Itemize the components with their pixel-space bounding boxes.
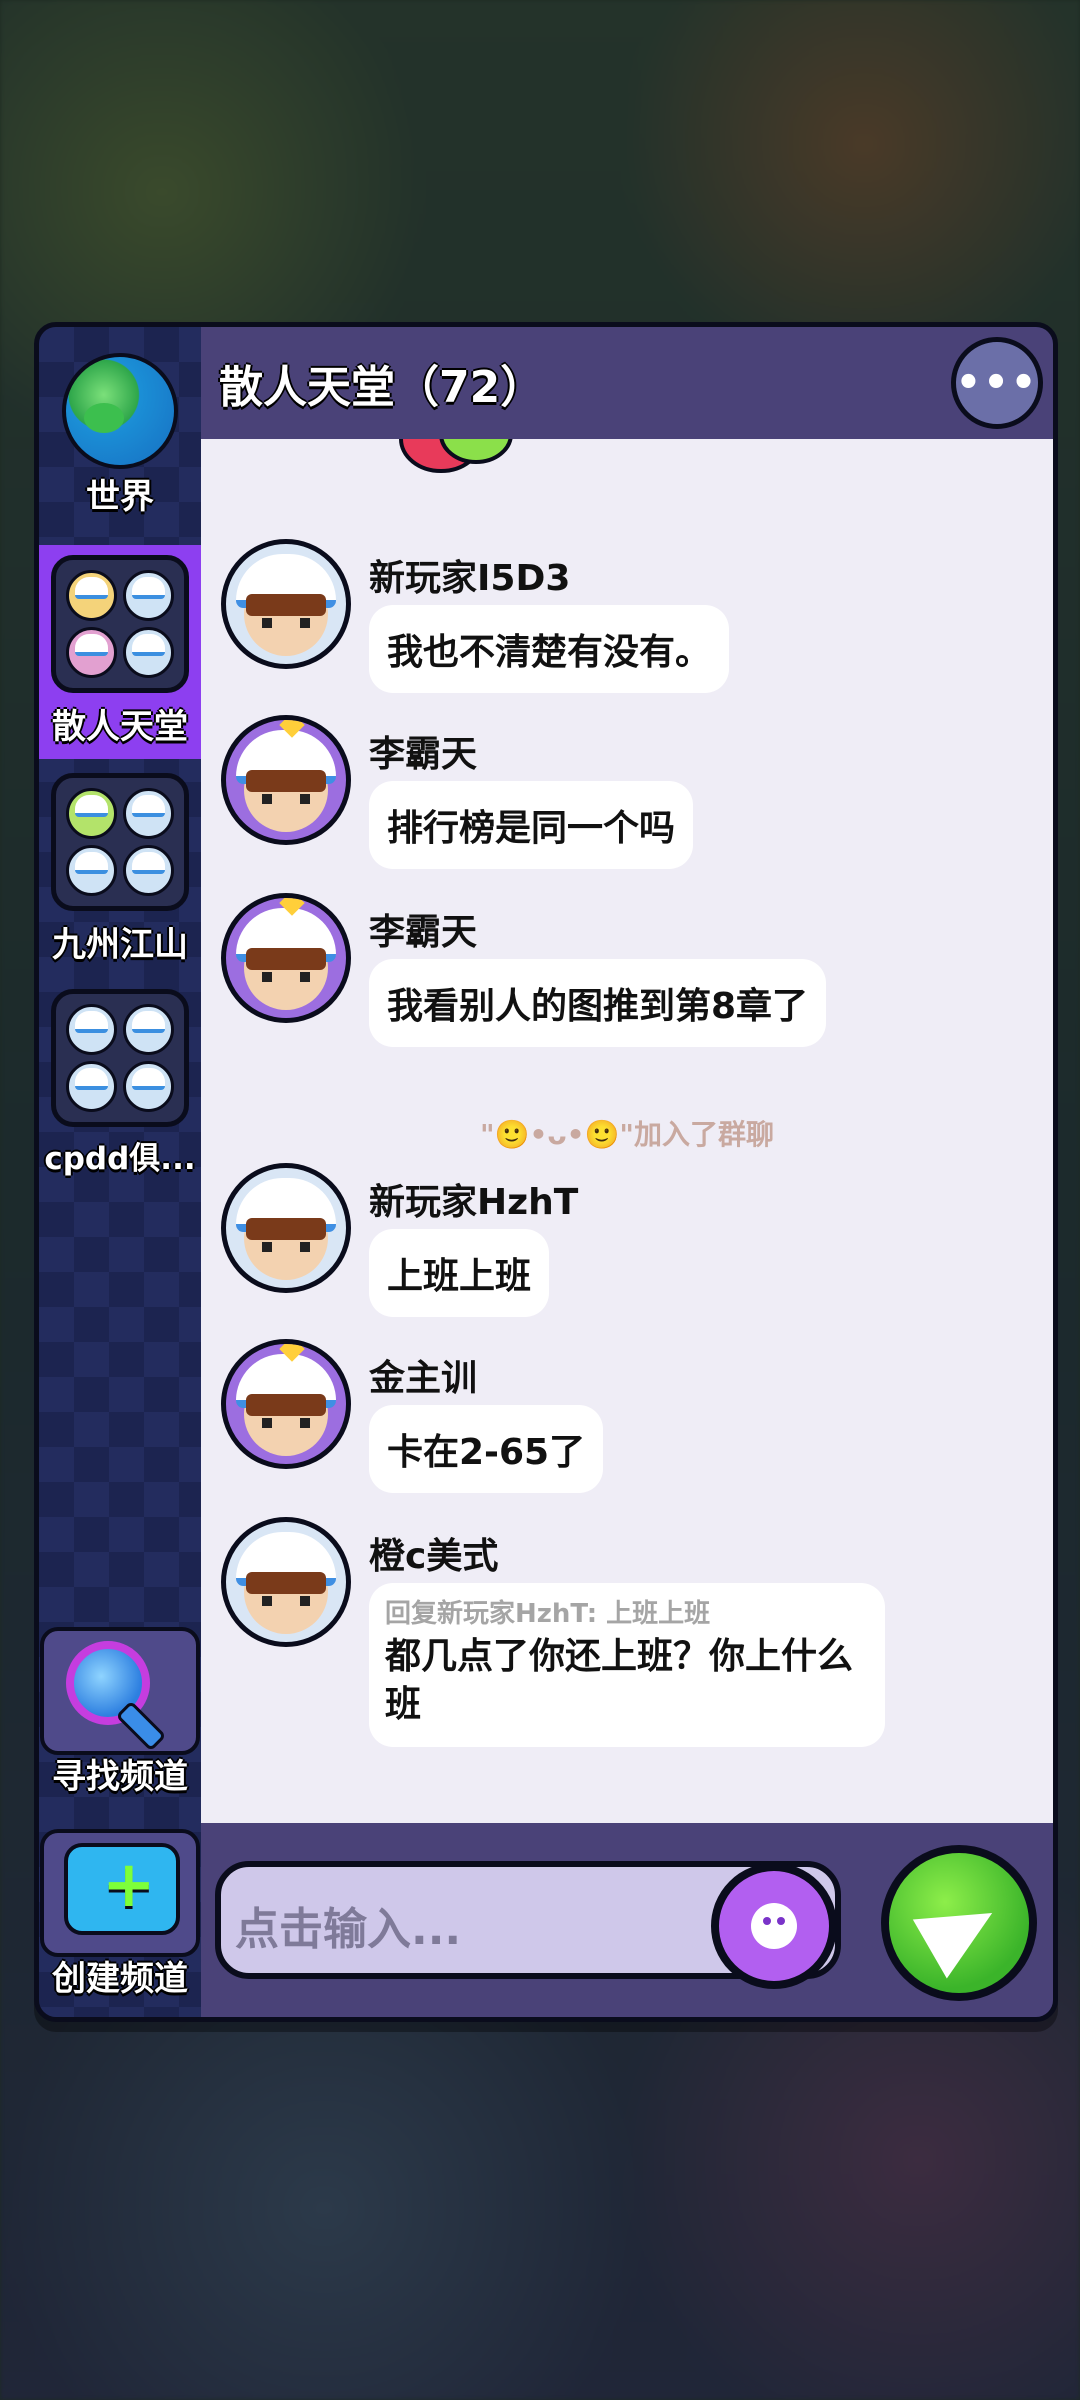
message-bubble: 排行榜是同一个吗 — [369, 781, 694, 869]
sender-name: 橙c美式 — [369, 1536, 499, 1577]
input-bar: 点击输入... — [201, 1823, 1053, 2017]
find-channel-button[interactable]: 寻找频道 — [39, 1627, 201, 1798]
message-bubble: 回复新玩家HzhT: 上班上班 都几点了你还上班？你上什么班 — [369, 1583, 885, 1747]
sidebar-item-channel-1[interactable]: 散人天堂 — [39, 545, 201, 748]
sidebar-item-world[interactable]: 世界 — [39, 327, 201, 518]
avatar[interactable] — [221, 1339, 351, 1469]
system-notice: "🙂•ᴗ•🙂"加入了群聊 — [480, 1118, 774, 1151]
create-channel-button[interactable]: + 创建频道 — [39, 1829, 201, 2000]
sender-name: 金主训 — [369, 1358, 478, 1399]
add-chat-icon: + — [64, 1843, 180, 1935]
sender-name: 新玩家HzhT — [369, 1182, 579, 1223]
paper-plane-icon — [912, 1883, 1010, 1979]
message-text: 都几点了你还上班？你上什么班 — [385, 1636, 854, 1725]
emoji-button[interactable] — [711, 1863, 837, 1989]
find-channel-label: 寻找频道 — [52, 1757, 188, 1797]
avatar[interactable] — [221, 539, 351, 669]
chat-panel: 世界 散人天堂 九州江山 cpdd俱... 寻找频道 + 创建频道 散人天堂（7… — [34, 322, 1058, 2022]
message-bubble: 我也不清楚有没有。 — [369, 605, 730, 693]
message-bubble: 我看别人的图推到第8章了 — [369, 959, 827, 1047]
chat-header: 散人天堂（72） ••• — [201, 327, 1053, 439]
avatar[interactable] — [221, 893, 351, 1023]
globe-icon — [62, 353, 178, 469]
message-bubble: 卡在2-65了 — [369, 1405, 604, 1493]
message-bubble: 上班上班 — [369, 1229, 550, 1317]
avatar[interactable] — [221, 715, 351, 845]
chat-message-list[interactable]: 新玩家I5D3 我也不清楚有没有。 李霸天 排行榜是同一个吗 李霸天 我看别人的… — [201, 439, 1053, 1823]
avatar[interactable] — [221, 1517, 351, 1647]
channel-icon — [51, 773, 189, 911]
channel-icon — [51, 989, 189, 1127]
sidebar-item-channel-3[interactable]: cpdd俱... — [39, 979, 201, 1178]
sender-name: 新玩家I5D3 — [369, 558, 571, 599]
input-placeholder: 点击输入... — [235, 1904, 462, 1955]
sender-name: 李霸天 — [369, 734, 478, 775]
sidebar-item-label: cpdd俱... — [44, 1141, 196, 1177]
page-title: 散人天堂（72） — [219, 362, 545, 413]
sidebar-item-label: 九州江山 — [52, 925, 188, 965]
create-channel-label: 创建频道 — [52, 1959, 188, 1999]
sidebar-item-label: 散人天堂 — [52, 707, 188, 747]
sticker-image — [399, 439, 513, 473]
sidebar-item-label: 世界 — [86, 477, 154, 517]
channel-icon — [51, 555, 189, 693]
smiley-icon — [751, 1903, 797, 1949]
reply-quote: 回复新玩家HzhT: 上班上班 — [385, 1599, 711, 1629]
sidebar-item-channel-2[interactable]: 九州江山 — [39, 763, 201, 966]
more-dots-icon: ••• — [955, 360, 1039, 406]
avatar[interactable] — [221, 1163, 351, 1293]
sender-name: 李霸天 — [369, 912, 478, 953]
send-button[interactable] — [881, 1845, 1037, 2001]
more-options-button[interactable]: ••• — [951, 337, 1043, 429]
channel-sidebar: 世界 散人天堂 九州江山 cpdd俱... 寻找频道 + 创建频道 — [39, 327, 201, 2017]
